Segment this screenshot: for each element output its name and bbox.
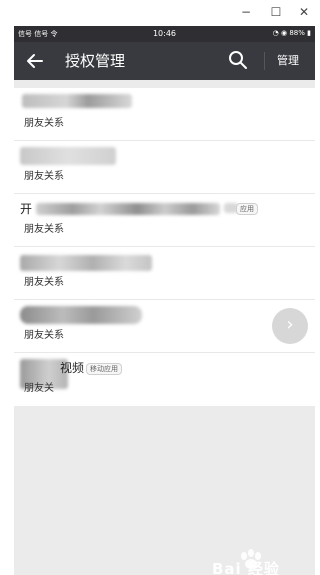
app-window: − ☐ ✕ 信号 信号 令 10:46 ◔ ◉ 88% ▮ 授权管理 管理 朋友… bbox=[0, 0, 316, 575]
permission-label: 朋友关系 bbox=[24, 171, 64, 182]
permission-label: 朋友关系 bbox=[24, 118, 64, 129]
appbar-divider bbox=[264, 52, 265, 70]
chevron-right-icon: › bbox=[286, 314, 294, 335]
permission-label: 朋友关 bbox=[24, 383, 54, 394]
redacted-app-name bbox=[36, 203, 220, 215]
scroll-forward-button[interactable]: › bbox=[272, 308, 308, 344]
battery-text: 88% bbox=[289, 29, 305, 37]
phone-screen: 信号 信号 令 10:46 ◔ ◉ 88% ▮ 授权管理 管理 朋友关系 朋友关… bbox=[14, 26, 315, 575]
list-item[interactable]: 朋友关系 bbox=[14, 300, 315, 353]
redacted-app-name bbox=[20, 255, 152, 271]
window-controls: − ☐ ✕ bbox=[0, 0, 316, 26]
eye-icon: ◉ bbox=[281, 29, 288, 37]
page-title: 授权管理 bbox=[65, 52, 126, 70]
list-item[interactable]: 视频 移动应用 朋友关 bbox=[14, 353, 315, 406]
redacted-app-name bbox=[20, 306, 142, 324]
search-icon[interactable] bbox=[228, 50, 248, 70]
app-name-fragment: 视频 bbox=[60, 361, 85, 375]
app-type-tag: 移动应用 bbox=[86, 363, 122, 375]
baidu-watermark: Bai 经验 bbox=[210, 544, 315, 575]
status-time: 10:46 bbox=[152, 29, 177, 38]
redacted-app-name bbox=[20, 147, 116, 165]
list-item[interactable]: 朋友关系 bbox=[14, 247, 315, 300]
permission-label: 朋友关系 bbox=[24, 224, 64, 235]
battery-indicator: ◔ ◉ 88% ▮ bbox=[273, 29, 311, 37]
alarm-icon: ◔ bbox=[272, 29, 279, 37]
arrow-left-icon[interactable] bbox=[24, 50, 46, 72]
list-item[interactable]: 朋友关系 bbox=[14, 88, 315, 141]
redacted-app-name bbox=[22, 94, 132, 108]
app-name-fragment: 开 bbox=[20, 202, 33, 216]
battery-icon: ▮ bbox=[307, 29, 311, 37]
close-button[interactable]: ✕ bbox=[294, 4, 314, 20]
list-item[interactable]: 开 应用 朋友关系 bbox=[14, 194, 315, 247]
app-type-tag: 应用 bbox=[236, 203, 258, 215]
minimize-button[interactable]: − bbox=[236, 4, 256, 20]
maximize-button[interactable]: ☐ bbox=[266, 4, 286, 20]
manage-button[interactable]: 管理 bbox=[277, 53, 299, 69]
authorized-apps-list: 朋友关系 朋友关系 开 应用 朋友关系 朋友关系 朋友关系 视频 移动应用 朋友… bbox=[14, 88, 315, 406]
permission-label: 朋友关系 bbox=[24, 277, 64, 288]
watermark-text: Bai 经验 bbox=[212, 560, 280, 575]
permission-label: 朋友关系 bbox=[24, 330, 64, 341]
status-bar: 信号 信号 令 10:46 ◔ ◉ 88% ▮ bbox=[14, 26, 315, 42]
app-bar: 授权管理 管理 bbox=[14, 42, 315, 80]
list-item[interactable]: 朋友关系 bbox=[14, 141, 315, 194]
